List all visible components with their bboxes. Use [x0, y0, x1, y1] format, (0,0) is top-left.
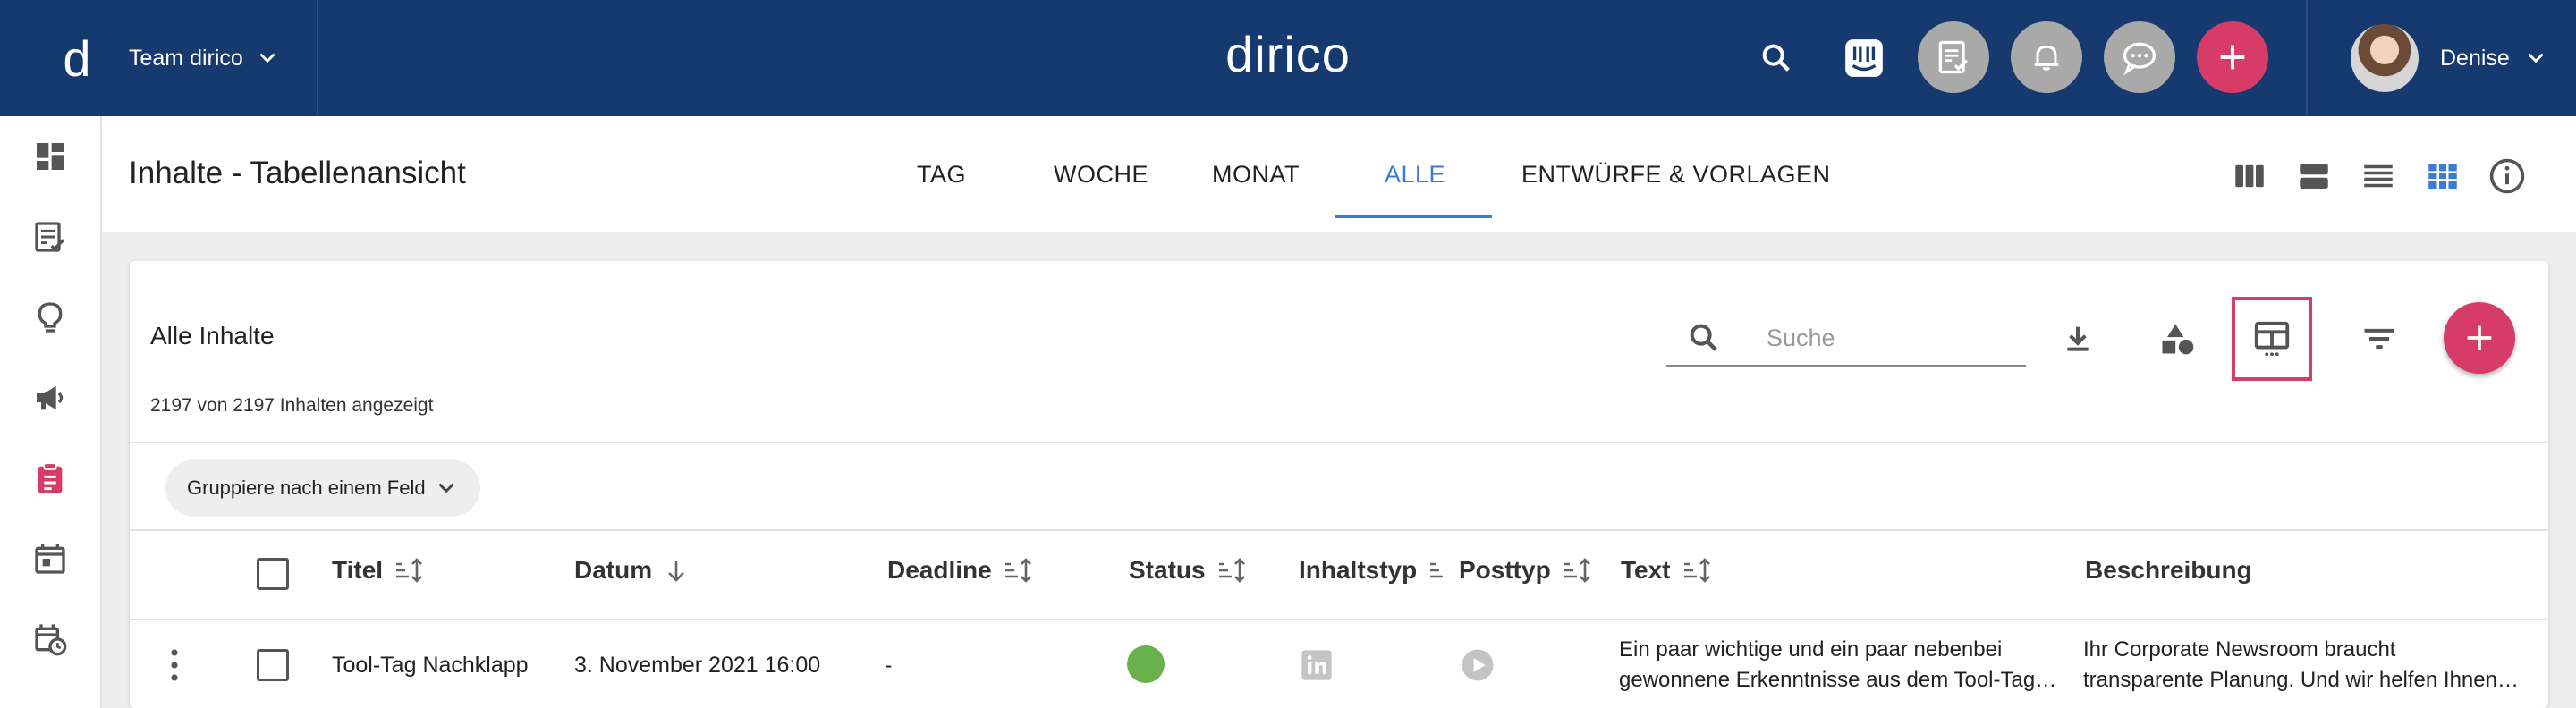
intercom-icon[interactable] — [1841, 35, 1887, 81]
sort-icon — [1683, 558, 1710, 583]
download-icon[interactable] — [2055, 316, 2100, 361]
row-text: Ein paar wichtige und ein paar nebenbei … — [1619, 635, 2066, 695]
video-icon — [1459, 646, 1496, 688]
sort-icon — [1563, 558, 1590, 583]
row-description: Ihr Corporate Newsroom braucht transpare… — [2083, 635, 2530, 695]
chat-icon[interactable] — [2104, 21, 2175, 93]
tab-woche[interactable]: WOCHE — [1054, 161, 1148, 189]
column-label: Status — [1129, 556, 1206, 584]
user-menu[interactable]: Denise — [2306, 0, 2576, 116]
rows-view-icon[interactable] — [2293, 156, 2334, 197]
search-input[interactable] — [1767, 320, 2017, 356]
team-name: Team dirico — [129, 45, 243, 71]
column-label: Inhaltstyp — [1299, 556, 1418, 584]
user-name: Denise — [2440, 45, 2510, 71]
column-label: Datum — [574, 556, 653, 584]
avatar — [2351, 24, 2419, 92]
column-header-posttyp[interactable]: Posttyp — [1459, 556, 1594, 585]
content-check-icon[interactable] — [1918, 21, 1989, 93]
column-label: Beschreibung — [2085, 556, 2252, 584]
page-title: Inhalte - Tabellenansicht — [129, 156, 466, 190]
group-by-select[interactable]: Gruppiere nach einem Feld — [165, 459, 480, 517]
content-card: Alle Inhalte 2197 von 2197 Inhalten ange… — [130, 261, 2548, 708]
select-all-checkbox[interactable] — [257, 558, 289, 590]
schedule-icon[interactable] — [30, 619, 71, 660]
tab-tag[interactable]: TAG — [917, 161, 966, 189]
search-field — [1666, 311, 2026, 367]
tab-monat[interactable]: MONAT — [1212, 161, 1300, 189]
info-icon[interactable] — [2487, 156, 2528, 197]
table-columns-icon[interactable] — [2250, 316, 2294, 361]
team-switcher[interactable]: d Team dirico — [0, 0, 318, 116]
column-header-status[interactable]: Status — [1129, 556, 1249, 585]
search-icon — [1690, 324, 1717, 351]
row-deadline: - — [885, 653, 893, 678]
chevron-down-icon — [438, 483, 454, 493]
card-title: Alle Inhalte — [150, 322, 275, 350]
column-header-text[interactable]: Text — [1621, 556, 1714, 585]
sort-icon — [1430, 562, 1444, 578]
status-indicator — [1127, 645, 1165, 683]
shapes-icon[interactable] — [2155, 316, 2199, 361]
content-list-icon[interactable] — [30, 216, 71, 257]
dashboard-icon[interactable] — [30, 136, 71, 177]
brand-wordmark: dirico — [1225, 26, 1351, 82]
add-content-button[interactable] — [2444, 302, 2515, 374]
sort-down-icon — [668, 560, 685, 582]
column-label: Text — [1621, 556, 1671, 584]
tab-alle[interactable]: ALLE — [1385, 161, 1445, 189]
campaign-icon[interactable] — [30, 377, 71, 418]
row-description-line: Ihr Corporate Newsroom braucht — [2083, 637, 2396, 662]
row-date: 3. November 2021 16:00 — [574, 653, 821, 678]
table-view-icon[interactable] — [2422, 156, 2463, 197]
idea-icon[interactable] — [30, 297, 71, 338]
column-header-datum[interactable]: Datum — [574, 556, 690, 585]
column-label: Posttyp — [1459, 556, 1551, 584]
clipboard-icon[interactable] — [30, 458, 71, 499]
divider — [130, 529, 2548, 531]
page-header: Inhalte - Tabellenansicht TAG WOCHE MONA… — [102, 116, 2576, 232]
list-view-icon[interactable] — [2358, 156, 2399, 197]
chevron-down-icon — [2528, 53, 2544, 63]
filter-icon[interactable] — [2357, 316, 2402, 361]
column-header-deadline[interactable]: Deadline — [887, 556, 1035, 585]
row-text-line: Ein paar wichtige und ein paar nebenbei — [1619, 637, 2003, 662]
tab-entwuerfe-vorlagen[interactable]: ENTWÜRFE & VORLAGEN — [1521, 161, 1831, 189]
linkedin-icon — [1299, 647, 1335, 687]
row-menu-icon[interactable] — [167, 647, 182, 687]
columns-view-icon[interactable] — [2229, 156, 2270, 197]
sort-icon — [1004, 558, 1031, 583]
row-text-line: gewonnene Erkenntnisse aus dem Tool-Tag… — [1619, 668, 2057, 692]
column-header-inhaltstyp[interactable]: Inhaltstyp — [1299, 556, 1445, 585]
row-title[interactable]: Tool-Tag Nachklapp — [332, 653, 529, 678]
add-icon[interactable] — [2197, 21, 2268, 93]
column-header-titel[interactable]: Titel — [332, 556, 426, 585]
active-tab-indicator — [1335, 215, 1492, 218]
column-label: Titel — [332, 556, 384, 584]
column-label: Deadline — [887, 556, 992, 584]
divider — [130, 442, 2548, 443]
search-icon[interactable] — [1753, 35, 1800, 81]
content-count: 2197 von 2197 Inhalten angezeigt — [150, 395, 434, 416]
column-header-beschreibung[interactable]: Beschreibung — [2085, 556, 2252, 585]
group-by-label: Gruppiere nach einem Feld — [187, 476, 426, 499]
sort-icon — [1218, 558, 1245, 583]
chevron-down-icon — [259, 53, 275, 63]
sidebar — [0, 116, 102, 708]
divider — [130, 619, 2548, 620]
top-bar: d Team dirico dirico Denise — [0, 0, 2576, 116]
sort-icon — [396, 558, 422, 583]
bell-icon[interactable] — [2011, 21, 2082, 93]
calendar-icon[interactable] — [30, 538, 71, 579]
row-checkbox[interactable] — [257, 649, 289, 681]
row-description-line: transparente Planung. Und wir helfen Ihn… — [2083, 668, 2519, 692]
app-logo: d — [63, 30, 91, 87]
